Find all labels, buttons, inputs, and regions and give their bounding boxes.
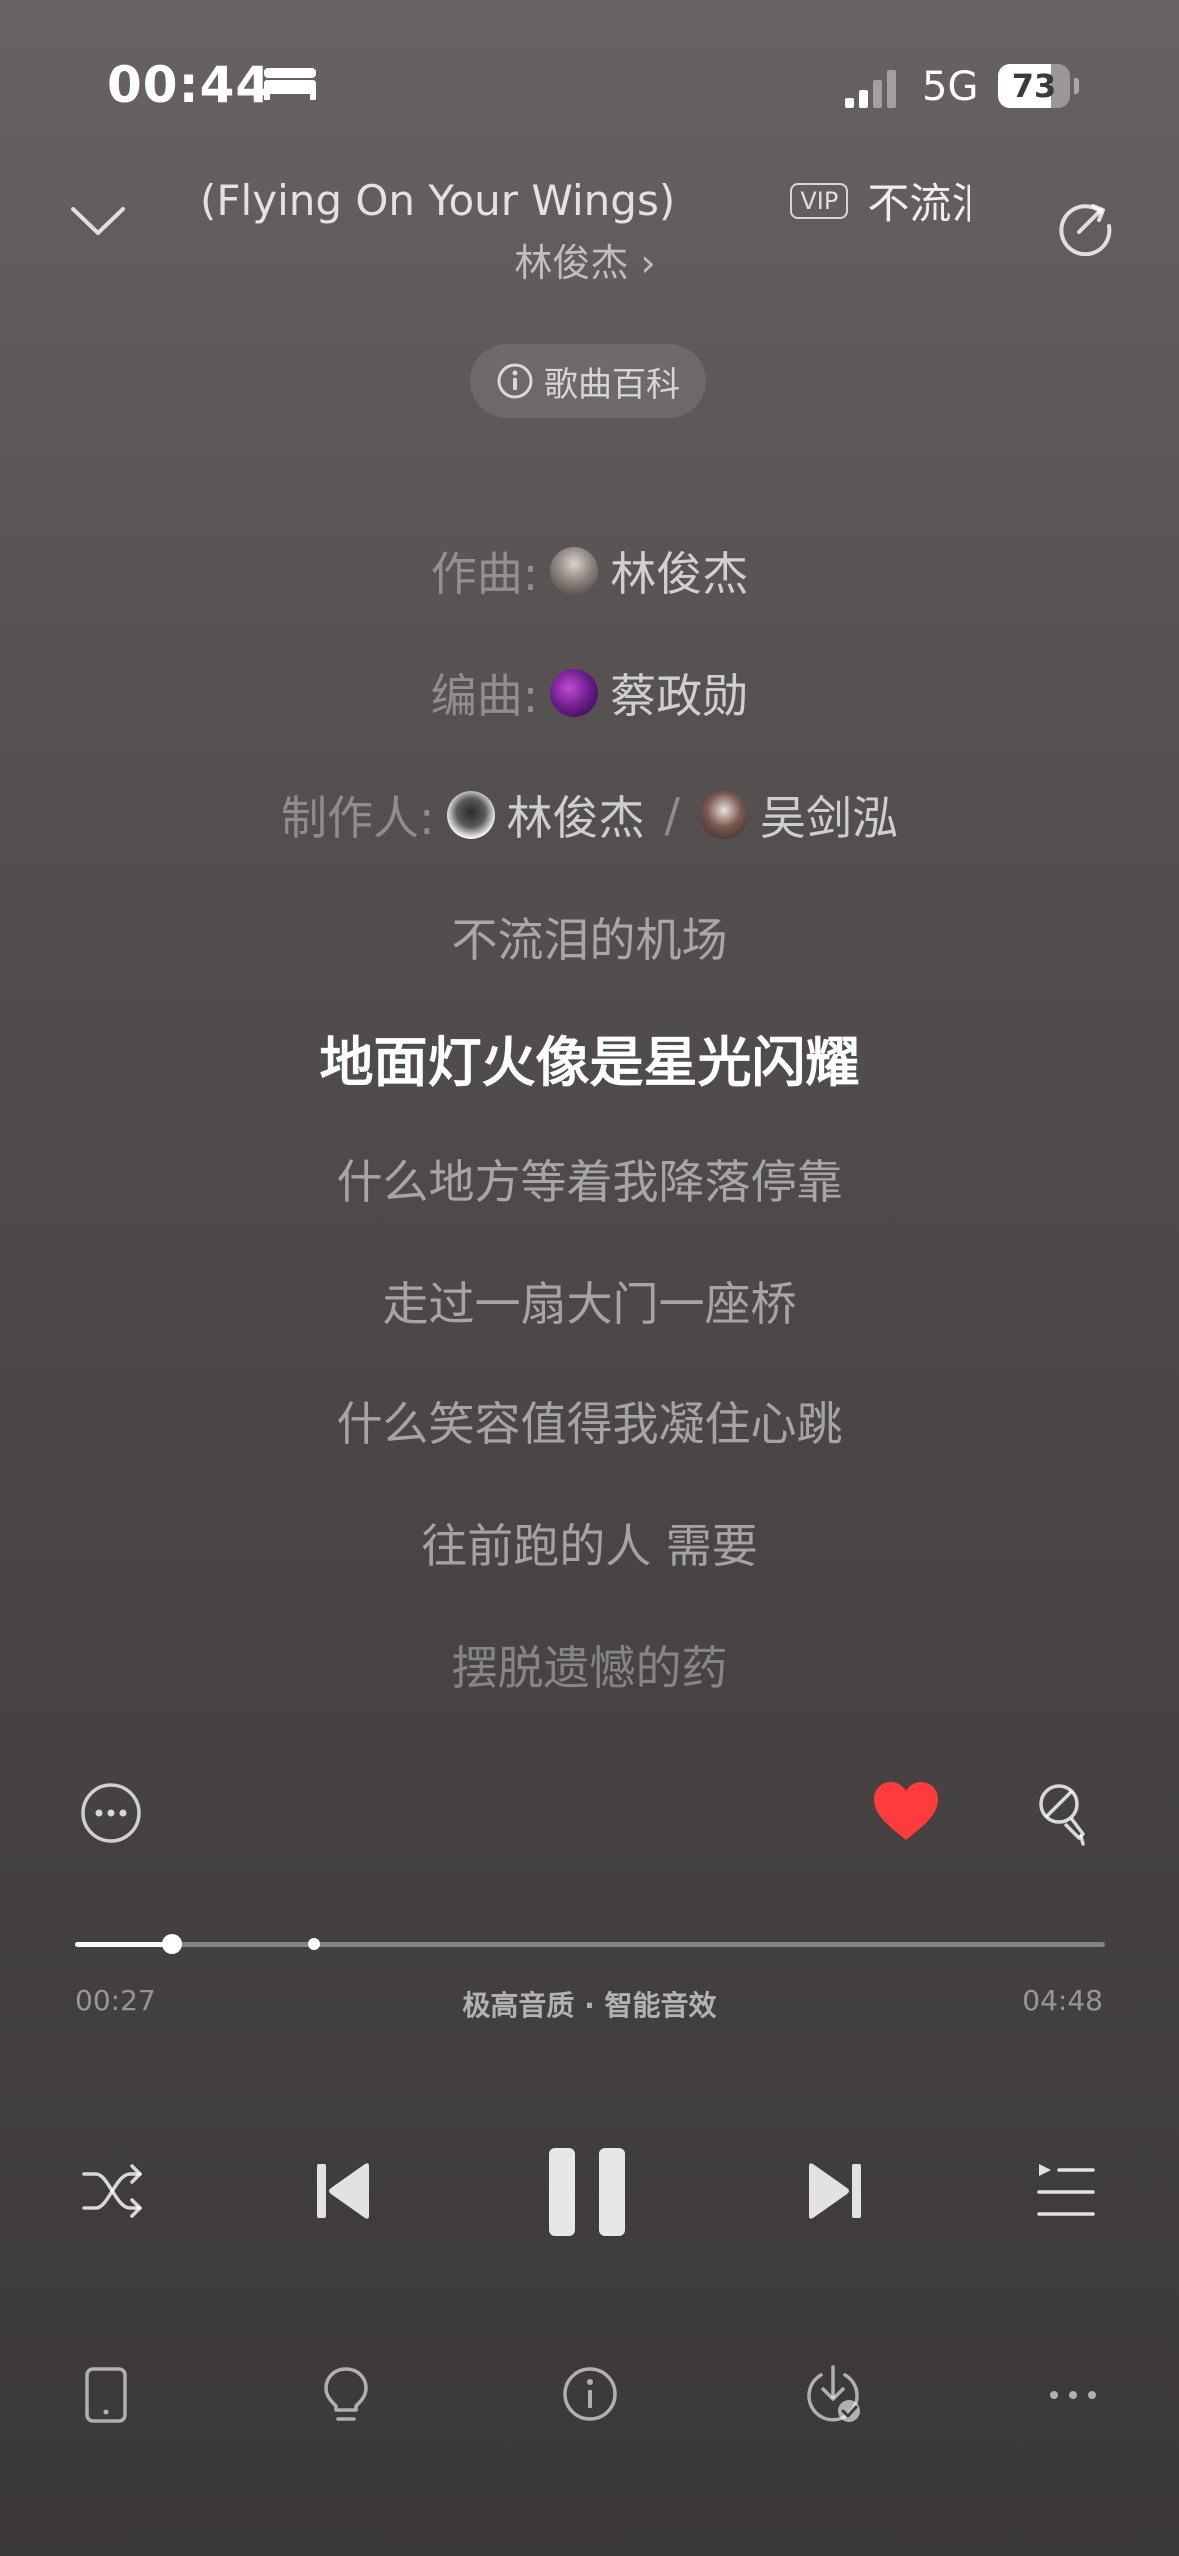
status-time: 00:44 (107, 56, 272, 114)
total-time: 04:48 (1022, 1984, 1103, 2017)
producer-separator: / (664, 788, 681, 842)
previous-icon[interactable] (315, 2160, 373, 2222)
song-title: (Flying On Your Wings) (200, 176, 676, 225)
arranger-name[interactable]: 蔡政勋 (610, 660, 748, 726)
share-icon[interactable] (1055, 196, 1115, 256)
queue-icon[interactable] (1035, 2160, 1097, 2222)
composer-name[interactable]: 林俊杰 (610, 538, 748, 604)
progress-thumb[interactable] (162, 1934, 182, 1954)
lyric-line[interactable]: 往前跑的人 需要 (0, 1510, 1179, 1576)
battery-cap (1074, 78, 1079, 94)
vip-badge: VIP (790, 182, 849, 219)
heart-icon[interactable] (872, 1780, 940, 1844)
artist-link[interactable]: 林俊杰 › (0, 232, 1170, 287)
arranger-row: 编曲: 蔡政勋 (0, 660, 1179, 726)
lyric-line[interactable]: 不流泪的机场 (0, 904, 1179, 970)
arranger-label: 编曲: (430, 669, 539, 723)
composer-label: 作曲: (430, 547, 539, 601)
next-icon[interactable] (805, 2160, 863, 2222)
bed-icon (264, 68, 316, 100)
device-icon[interactable] (84, 2366, 128, 2424)
avatar[interactable] (550, 669, 599, 717)
signal-icon (845, 70, 896, 108)
producer-name[interactable]: 林俊杰 (507, 782, 645, 848)
avatar[interactable] (446, 791, 495, 839)
more-circle-icon[interactable] (80, 1782, 142, 1844)
lyric-line[interactable]: 摆脱遗憾的药 (0, 1632, 1179, 1698)
current-lyric-line[interactable]: 地面灯火像是星光闪耀 (0, 1018, 1179, 1097)
avatar[interactable] (700, 791, 748, 839)
mic-icon[interactable] (1035, 1782, 1091, 1848)
pause-icon[interactable] (545, 2146, 629, 2238)
producer-row: 制作人: 林俊杰 / 吴剑泓 (0, 782, 1179, 848)
progress-fill (75, 1942, 172, 1947)
song-wiki-label: 歌曲百科 (544, 364, 680, 405)
info-icon (497, 363, 533, 399)
producer-name[interactable]: 吴剑泓 (760, 782, 898, 848)
song-title-continued: 不流泪 (867, 179, 970, 228)
song-title-marquee[interactable]: (Flying On Your Wings) VIP 不流泪 (200, 170, 970, 230)
lightbulb-icon[interactable] (322, 2366, 370, 2424)
lyric-line[interactable]: 走过一扇大门一座桥 (0, 1268, 1179, 1334)
shuffle-icon[interactable] (80, 2160, 146, 2222)
download-icon[interactable] (803, 2363, 863, 2425)
producer-label: 制作人: (281, 791, 435, 845)
sound-quality-button[interactable]: 极高音质 · 智能音效 (0, 1984, 1179, 2024)
song-wiki-button[interactable]: 歌曲百科 (470, 344, 706, 418)
avatar[interactable] (550, 547, 599, 595)
more-dots-icon[interactable] (1048, 2388, 1098, 2402)
faded-lyric-top (0, 436, 1179, 482)
composer-row: 作曲: 林俊杰 (0, 538, 1179, 604)
lyric-line[interactable]: 什么笑容值得我凝住心跳 (0, 1388, 1179, 1454)
battery-percent: 73 (1011, 67, 1057, 105)
info-icon[interactable] (562, 2366, 618, 2422)
lyric-line[interactable]: 什么地方等着我降落停靠 (0, 1146, 1179, 1212)
battery-indicator: 73 (998, 64, 1070, 108)
progress-marker (308, 1938, 320, 1950)
progress-bar[interactable] (75, 1942, 1105, 1947)
network-type: 5G (922, 64, 979, 110)
